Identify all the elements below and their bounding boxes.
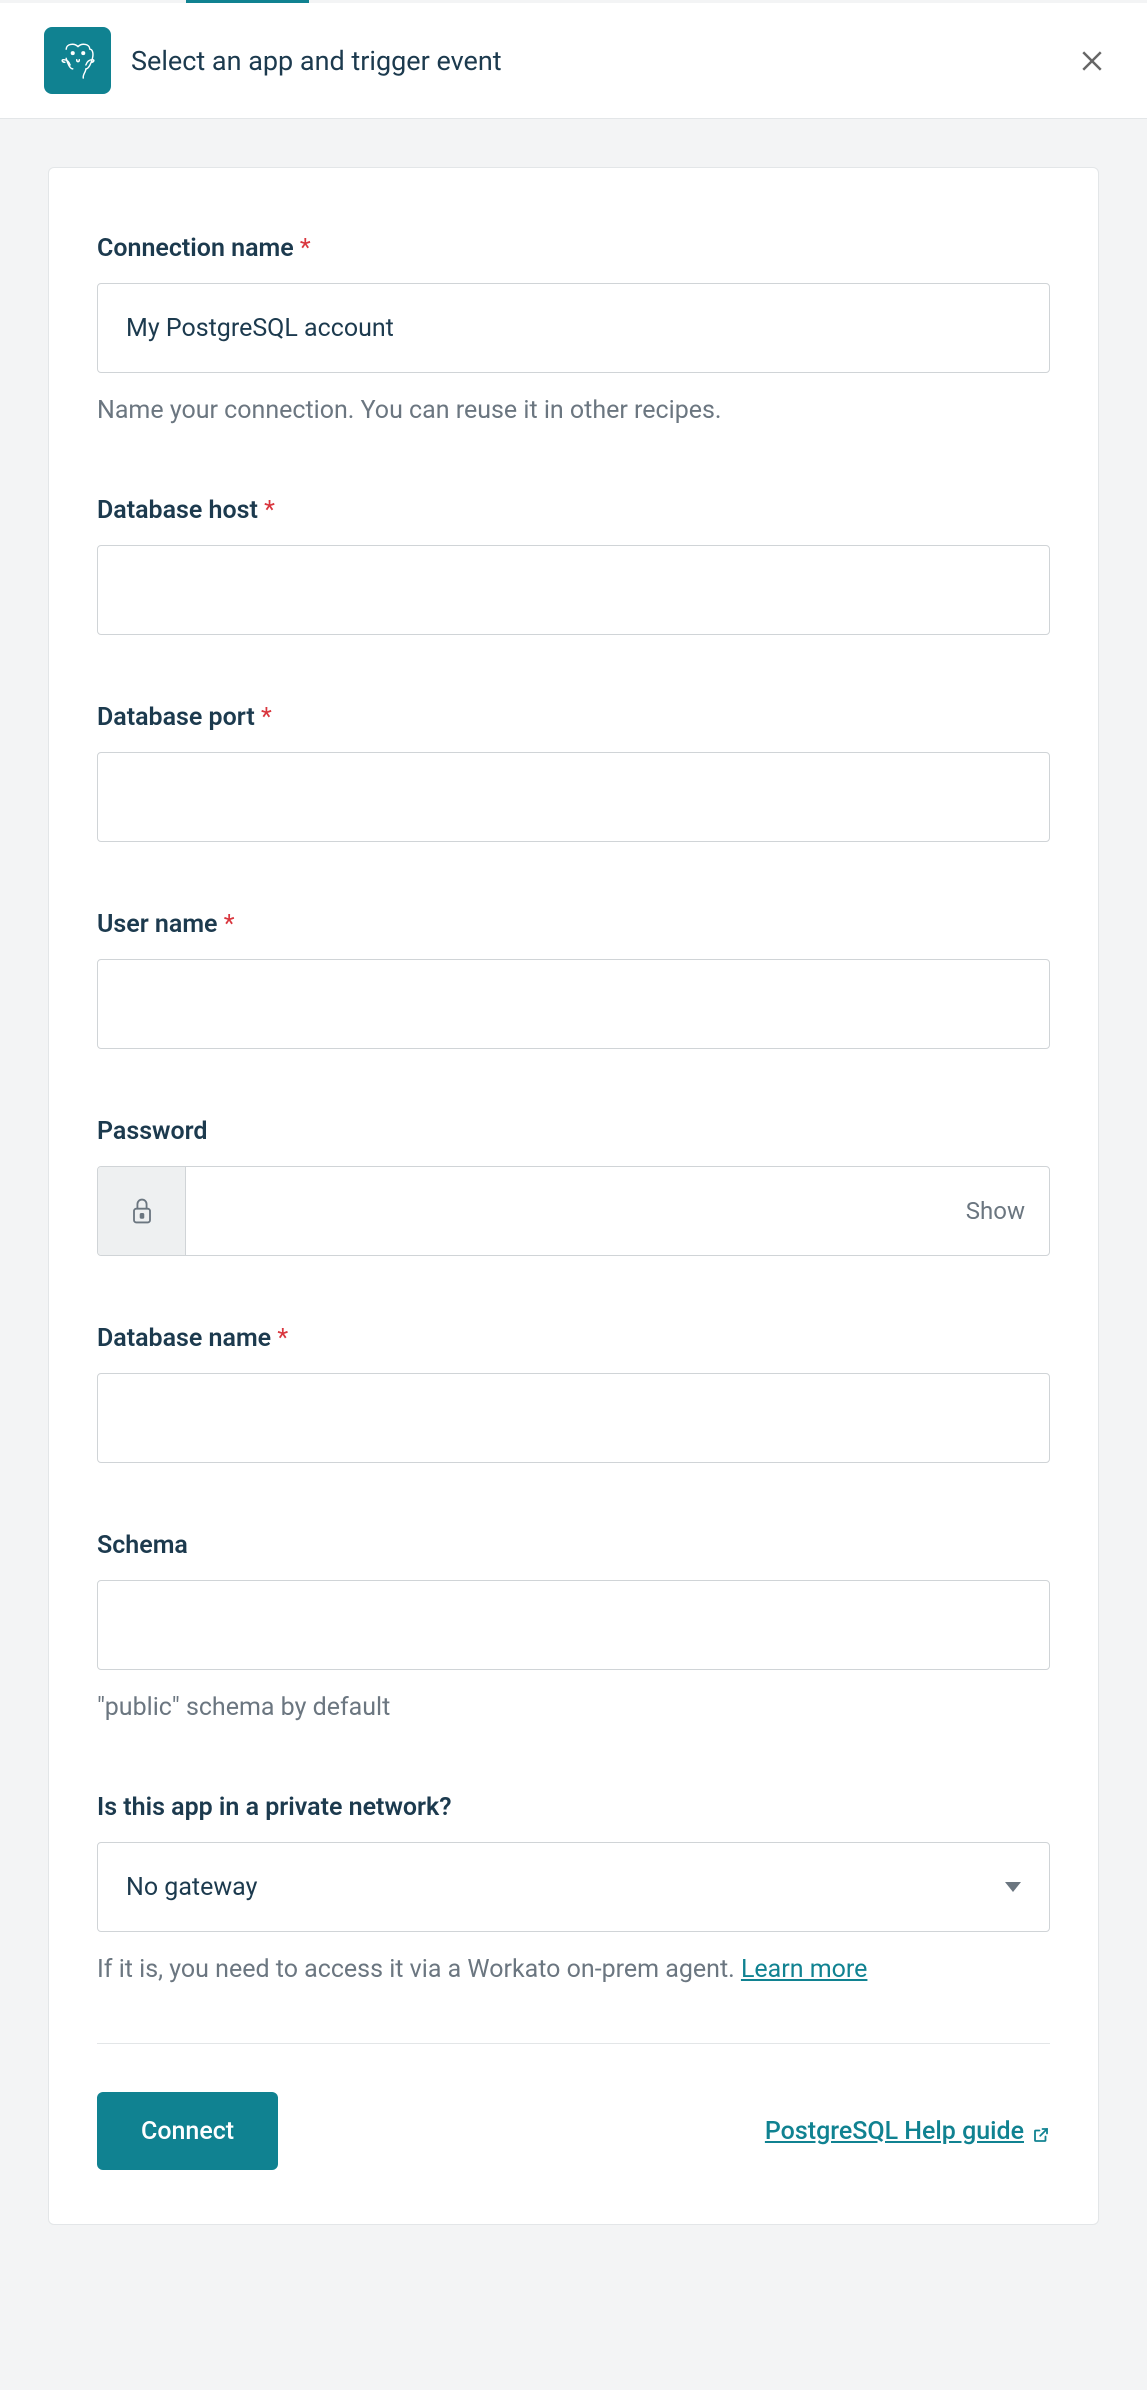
field-connection-name: Connection name * Name your connection. … <box>97 234 1050 428</box>
label-text: Database port <box>97 703 255 732</box>
connect-button[interactable]: Connect <box>97 2092 278 2170</box>
password-input[interactable] <box>186 1167 942 1255</box>
username-label: User name * <box>97 910 1050 939</box>
field-password: Password Show <box>97 1117 1050 1256</box>
label-text: Database host <box>97 496 258 525</box>
gateway-select-value: No gateway <box>126 1873 257 1902</box>
label-text: Connection name <box>97 234 294 263</box>
db-host-input[interactable] <box>97 545 1050 635</box>
username-input[interactable] <box>97 959 1050 1049</box>
postgresql-elephant-icon <box>57 40 99 82</box>
password-input-group: Show <box>97 1166 1050 1256</box>
schema-help: "public" schema by default <box>97 1690 1050 1725</box>
postgresql-app-icon <box>44 27 111 94</box>
connection-name-label: Connection name * <box>97 234 1050 263</box>
dialog-header: Select an app and trigger event <box>0 3 1147 119</box>
db-port-input[interactable] <box>97 752 1050 842</box>
help-prefix: If it is, you need to access it via a Wo… <box>97 1955 741 1984</box>
required-indicator: * <box>277 1324 288 1353</box>
required-indicator: * <box>224 910 235 939</box>
label-text: Is this app in a private network? <box>97 1793 452 1822</box>
help-guide-label: PostgreSQL Help guide <box>765 2117 1024 2146</box>
label-text: Password <box>97 1117 208 1146</box>
chevron-down-icon <box>1005 1882 1021 1892</box>
db-port-label: Database port * <box>97 703 1050 732</box>
private-network-help: If it is, you need to access it via a Wo… <box>97 1952 1050 1987</box>
db-name-label: Database name * <box>97 1324 1050 1353</box>
lock-icon <box>128 1195 156 1227</box>
form-footer: Connect PostgreSQL Help guide <box>97 2092 1050 2170</box>
field-schema: Schema "public" schema by default <box>97 1531 1050 1725</box>
external-link-icon <box>1032 2122 1050 2140</box>
connection-name-input[interactable] <box>97 283 1050 373</box>
field-db-host: Database host * <box>97 496 1050 635</box>
db-host-label: Database host * <box>97 496 1050 525</box>
section-divider <box>97 2043 1050 2044</box>
lock-addon <box>98 1167 186 1255</box>
label-text: Schema <box>97 1531 188 1560</box>
schema-input[interactable] <box>97 1580 1050 1670</box>
close-button[interactable] <box>1075 44 1109 78</box>
required-indicator: * <box>300 234 311 263</box>
db-name-input[interactable] <box>97 1373 1050 1463</box>
password-label: Password <box>97 1117 1050 1146</box>
private-network-label: Is this app in a private network? <box>97 1793 1050 1822</box>
required-indicator: * <box>264 496 275 525</box>
field-username: User name * <box>97 910 1050 1049</box>
connection-name-help: Name your connection. You can reuse it i… <box>97 393 1050 428</box>
close-icon <box>1077 46 1107 76</box>
field-db-port: Database port * <box>97 703 1050 842</box>
label-text: Database name <box>97 1324 271 1353</box>
learn-more-link[interactable]: Learn more <box>741 1955 867 1984</box>
required-indicator: * <box>261 703 272 732</box>
field-db-name: Database name * <box>97 1324 1050 1463</box>
schema-label: Schema <box>97 1531 1050 1560</box>
label-text: User name <box>97 910 218 939</box>
help-guide-link[interactable]: PostgreSQL Help guide <box>765 2117 1050 2146</box>
connection-form-card: Connection name * Name your connection. … <box>48 167 1099 2225</box>
gateway-select[interactable]: No gateway <box>97 1842 1050 1932</box>
show-password-button[interactable]: Show <box>942 1167 1049 1255</box>
field-private-network: Is this app in a private network? No gat… <box>97 1793 1050 1987</box>
dialog-title: Select an app and trigger event <box>131 45 502 77</box>
